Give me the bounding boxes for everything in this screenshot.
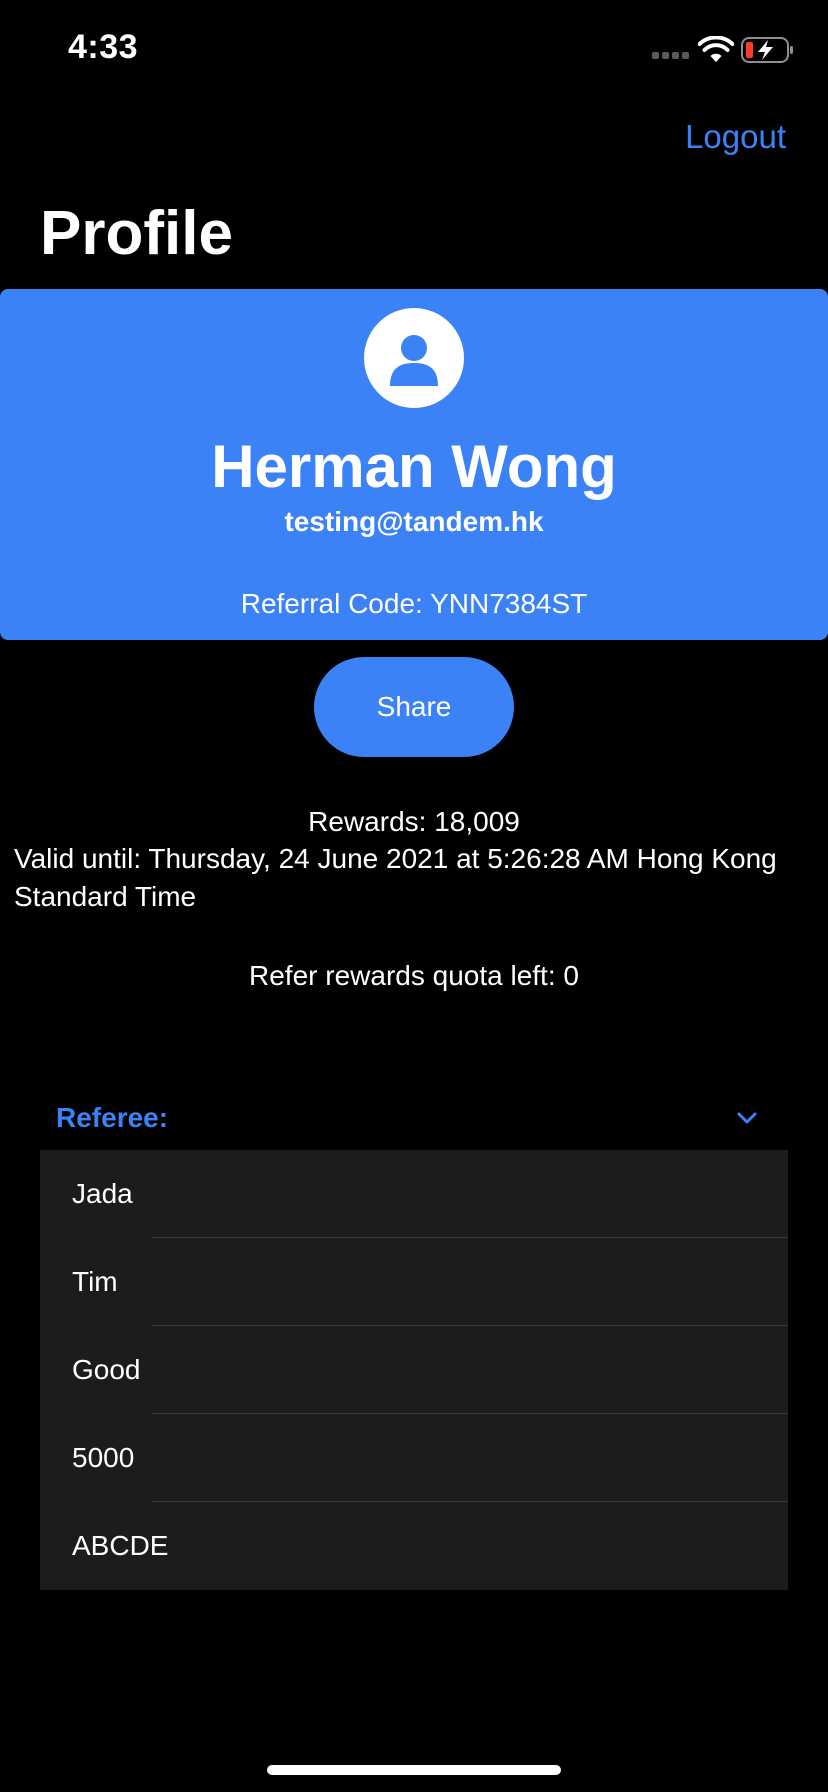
profile-name: Herman Wong	[211, 433, 617, 500]
referee-item-label: Jada	[72, 1178, 133, 1209]
rewards-points: Rewards: 18,009	[308, 806, 520, 837]
referee-item-label: ABCDE	[72, 1530, 169, 1561]
refer-quota: Refer rewards quota left: 0	[249, 960, 579, 991]
referral-code: Referral Code: YNN7384ST	[240, 588, 588, 619]
referee-item[interactable]: Tim	[40, 1238, 788, 1326]
referee-item-label: Tim	[72, 1266, 118, 1297]
cellular-signal-icon	[652, 52, 689, 59]
referee-item[interactable]: Good	[40, 1326, 788, 1414]
page-title: Profile	[40, 199, 233, 268]
referee-item-label: 5000	[72, 1442, 135, 1473]
share-button[interactable]: Share	[314, 657, 514, 757]
referee-item[interactable]: Jada	[40, 1150, 788, 1238]
rewards-valid-until: Valid until: Thursday, 24 June 2021 at 5…	[14, 843, 777, 912]
chevron-down-icon	[737, 1112, 757, 1124]
referee-dropdown-toggle[interactable]: Referee:	[40, 1090, 788, 1146]
status-time: 4:33	[68, 28, 139, 66]
referee-item-label: Good	[72, 1354, 141, 1385]
home-indicator[interactable]	[267, 1765, 561, 1775]
profile-email: testing@tandem.hk	[284, 506, 544, 537]
avatar	[364, 308, 464, 408]
referee-label: Referee:	[56, 1102, 169, 1133]
referee-item[interactable]: 5000	[40, 1414, 788, 1502]
logout-button[interactable]: Logout	[685, 118, 786, 156]
wifi-icon	[698, 36, 734, 62]
referee-list: Jada Tim Good 5000 ABCDE	[40, 1150, 788, 1590]
referee-item[interactable]: ABCDE	[40, 1502, 788, 1590]
battery-charging-icon	[741, 37, 793, 63]
person-icon	[390, 335, 438, 386]
